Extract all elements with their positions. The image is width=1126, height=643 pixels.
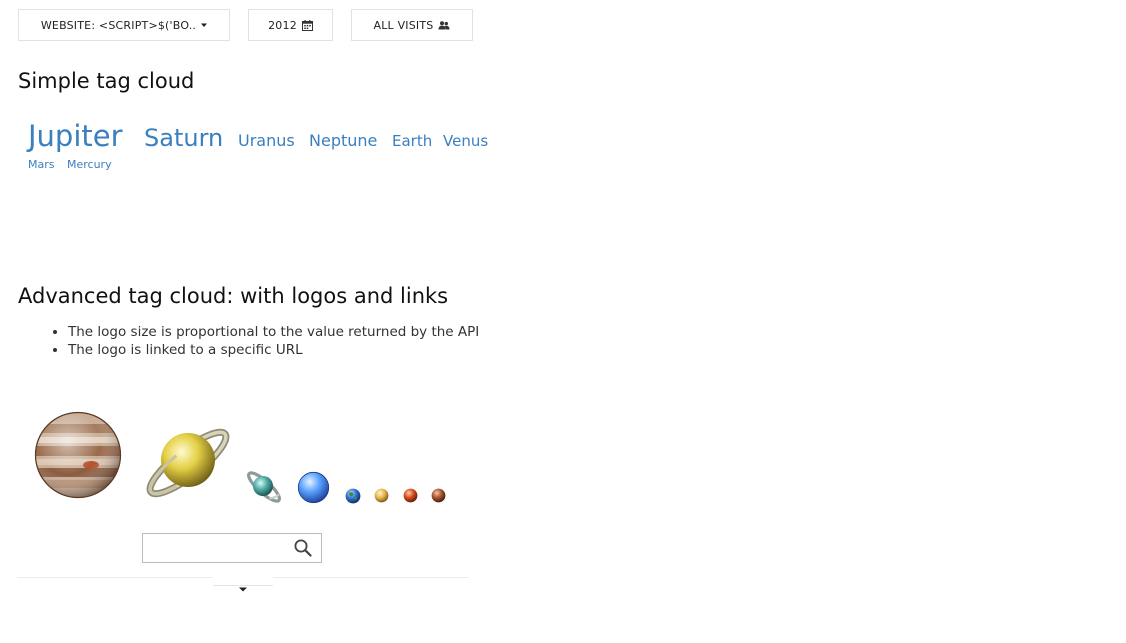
search-box	[142, 533, 322, 563]
neptune-logo[interactable]	[297, 471, 330, 508]
caret-down-icon	[239, 577, 247, 592]
tag-uranus[interactable]: Uranus	[238, 133, 295, 149]
segment-selector-button[interactable]: ALL VISITS	[351, 9, 473, 41]
segment-selector-label: ALL VISITS	[373, 18, 434, 32]
tag-mars[interactable]: Mars	[28, 159, 55, 170]
uranus-logo[interactable]	[245, 468, 283, 510]
tag-mercury[interactable]: Mercury	[67, 159, 112, 170]
advanced-tag-cloud-title: Advanced tag cloud: with logos and links	[18, 284, 449, 308]
tag-neptune[interactable]: Neptune	[309, 133, 377, 149]
footer-toggle[interactable]	[213, 577, 273, 592]
simple-tag-cloud-title: Simple tag cloud	[18, 69, 195, 93]
note-item: The logo size is proportional to the val…	[68, 323, 479, 341]
tag-venus[interactable]: Venus	[443, 134, 488, 149]
tag-earth[interactable]: Earth	[392, 134, 432, 149]
search-input[interactable]	[147, 538, 287, 558]
jupiter-logo[interactable]	[33, 410, 123, 504]
users-icon	[438, 20, 450, 30]
venus-logo[interactable]	[374, 488, 389, 507]
earth-logo[interactable]	[345, 488, 361, 508]
note-item: The logo is linked to a specific URL	[68, 341, 479, 359]
date-selector-button[interactable]: 2012	[248, 9, 333, 41]
website-selector-button[interactable]: WEBSITE: <SCRIPT>$('BO..	[18, 9, 230, 41]
calendar-icon	[301, 19, 313, 31]
advanced-cloud-notes: The logo size is proportional to the val…	[50, 323, 479, 359]
tag-saturn[interactable]: Saturn	[144, 126, 223, 150]
saturn-logo[interactable]	[145, 418, 231, 508]
date-selector-label: 2012	[268, 18, 297, 32]
caret-down-icon	[201, 22, 208, 28]
search-icon[interactable]	[294, 539, 312, 561]
mercury-logo[interactable]	[431, 488, 446, 507]
website-selector-label: WEBSITE: <SCRIPT>$('BO..	[40, 18, 197, 32]
tag-jupiter[interactable]: Jupiter	[28, 122, 123, 151]
mars-logo[interactable]	[403, 488, 418, 507]
